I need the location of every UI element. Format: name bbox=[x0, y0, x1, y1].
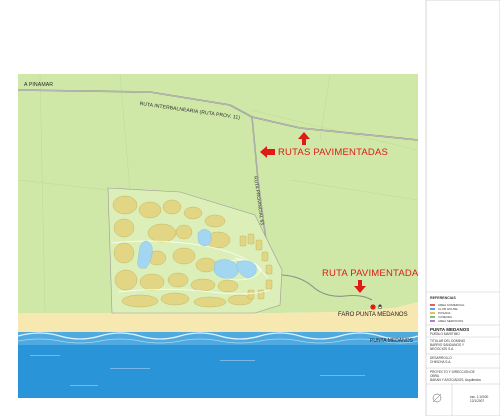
references-title: REFERENCIAS bbox=[430, 296, 456, 300]
label-a-pinamar: A PINAMAR bbox=[24, 82, 54, 88]
title-block bbox=[425, 0, 500, 416]
legend-swatch bbox=[430, 308, 435, 311]
legend-label: AREA SERVICIOS bbox=[438, 319, 464, 323]
legend-swatch bbox=[430, 320, 435, 323]
label-ruta-pavimentada: RUTA PAVIMENTADA bbox=[322, 268, 419, 279]
owner-line-3: NEGOCIOS S.A. bbox=[430, 347, 455, 351]
developer-line-2: CHINCHA S.A. bbox=[430, 360, 452, 364]
legend-swatch bbox=[430, 312, 435, 315]
sheet-date: 12/1/2007 bbox=[470, 399, 485, 403]
label-rutas-pavimentadas: RUTAS PAVIMENTADAS bbox=[278, 147, 389, 158]
label-faro: FARO PUNTA MEDANOS bbox=[338, 312, 408, 318]
site-plan-map bbox=[0, 0, 500, 416]
legend-item: AREA SERVICIOS bbox=[430, 319, 463, 323]
project-sub: PUEBLO MARITIMO bbox=[430, 331, 460, 336]
label-punta-medanos-sea: PUNTA MEDANOS bbox=[370, 338, 413, 344]
design-line-3: BAEAN Y ASOCIADOS, Arquitectos bbox=[430, 378, 481, 382]
legend-swatch bbox=[430, 316, 435, 319]
legend-swatch bbox=[430, 304, 435, 307]
faro-marker bbox=[370, 304, 376, 310]
plan-sheet: A PINAMAR RUTA INTERBALNEARIA (RUTA PROV… bbox=[0, 0, 500, 416]
